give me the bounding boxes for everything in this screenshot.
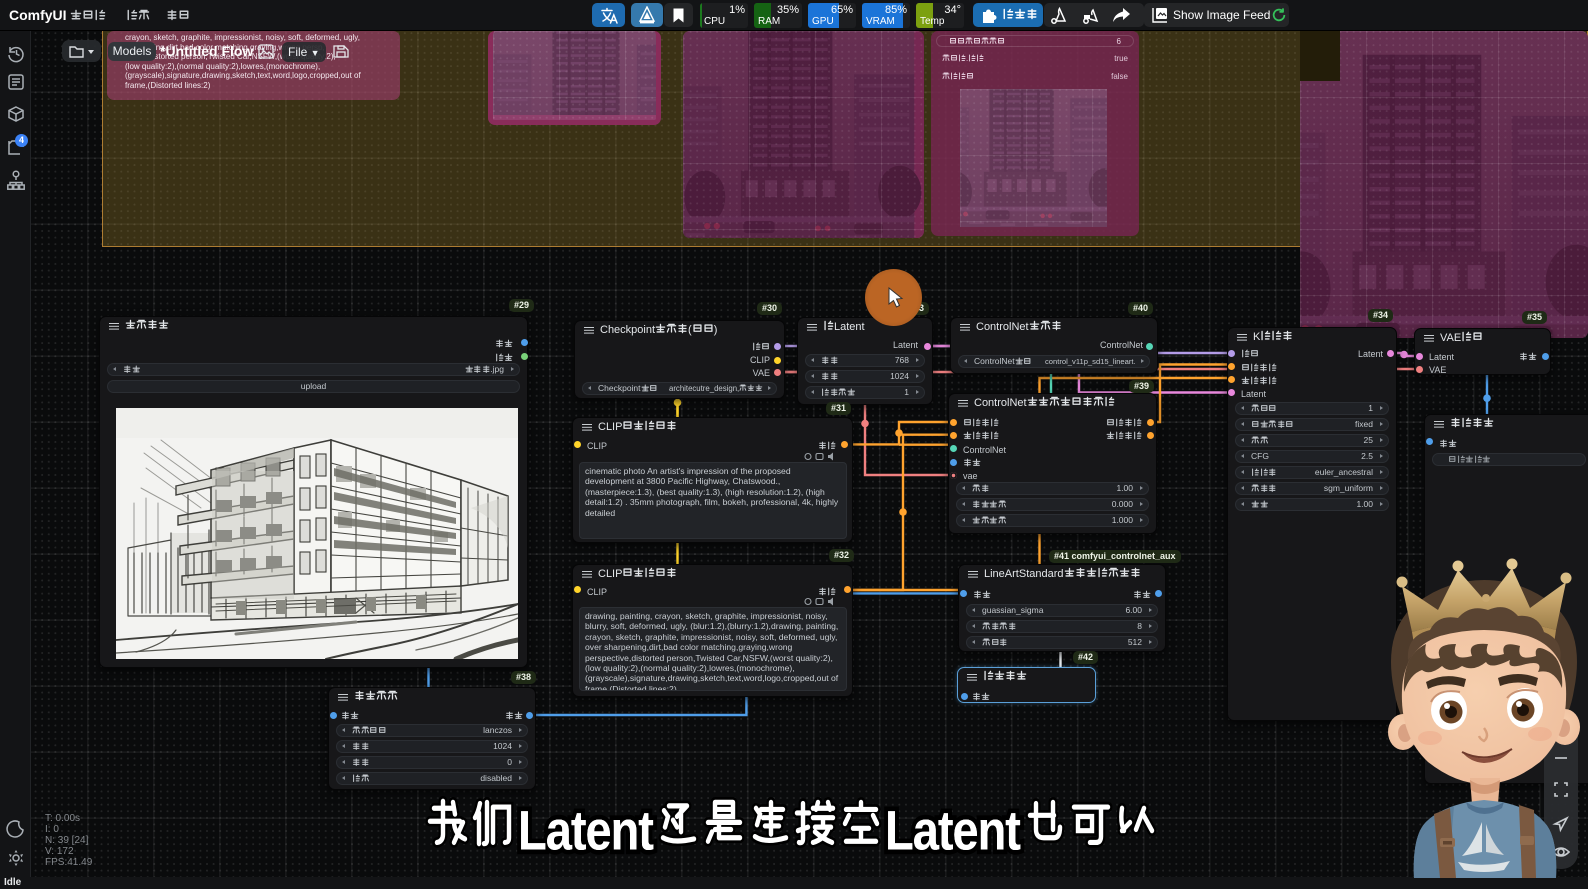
svg-text:Latent: Latent	[518, 799, 654, 862]
svg-text:Latent: Latent	[885, 799, 1021, 862]
